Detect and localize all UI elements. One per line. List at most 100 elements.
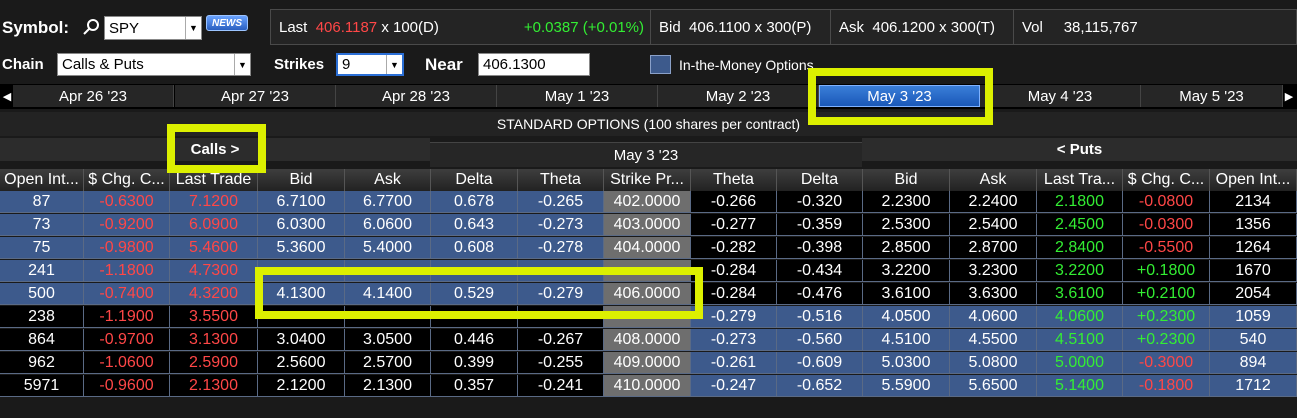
call-delta-cell[interactable]: 0.446 bbox=[431, 329, 518, 351]
put-last-trade-cell[interactable]: 5.0000 bbox=[1037, 352, 1123, 374]
put-delta-cell[interactable]: -0.609 bbox=[777, 352, 863, 374]
call-delta-cell[interactable]: 0.529 bbox=[431, 283, 518, 305]
table-row[interactable]: 241 -1.1800 4.7300 -0.284 -0.434 3.2200 3.2300… bbox=[0, 260, 1297, 283]
put-last-trade-cell[interactable]: 4.0600 bbox=[1037, 306, 1123, 328]
date-tab[interactable]: Apr 27 '23 bbox=[175, 85, 336, 107]
call-open-interest-cell[interactable]: 5971 bbox=[0, 375, 84, 397]
call-change-cell[interactable]: -0.9800 bbox=[84, 237, 170, 259]
put-last-trade-cell[interactable]: 4.5100 bbox=[1037, 329, 1123, 351]
date-tab[interactable]: May 3 '23 bbox=[819, 85, 980, 107]
put-ask-cell[interactable]: 3.2300 bbox=[950, 260, 1037, 282]
put-bid-cell[interactable]: 2.8500 bbox=[863, 237, 950, 259]
put-bid-cell[interactable]: 2.5300 bbox=[863, 214, 950, 236]
call-open-interest-cell[interactable]: 500 bbox=[0, 283, 84, 305]
call-bid-cell[interactable]: 5.3600 bbox=[258, 237, 345, 259]
call-last-trade-cell[interactable]: 6.0900 bbox=[170, 214, 258, 236]
call-change-cell[interactable]: -0.9700 bbox=[84, 329, 170, 351]
table-row[interactable]: 5971 -0.9600 2.1300 2.1200 2.1300 0.357 -0.241… bbox=[0, 375, 1297, 398]
put-theta-cell[interactable]: -0.279 bbox=[691, 306, 777, 328]
put-change-cell[interactable]: -0.0800 bbox=[1123, 191, 1210, 213]
put-delta-cell[interactable]: -0.359 bbox=[777, 214, 863, 236]
put-open-interest-cell[interactable]: 1356 bbox=[1210, 214, 1297, 236]
put-delta-cell[interactable]: -0.476 bbox=[777, 283, 863, 305]
call-theta-cell[interactable] bbox=[518, 260, 604, 282]
put-theta-cell[interactable]: -0.247 bbox=[691, 375, 777, 397]
strike-price-cell[interactable] bbox=[604, 306, 691, 328]
call-bid-cell[interactable]: 2.5600 bbox=[258, 352, 345, 374]
date-tab[interactable]: Apr 28 '23 bbox=[336, 85, 497, 107]
put-theta-cell[interactable]: -0.277 bbox=[691, 214, 777, 236]
symbol-input[interactable]: SPY ▼ bbox=[104, 16, 202, 40]
put-last-trade-cell[interactable]: 3.2200 bbox=[1037, 260, 1123, 282]
call-ask-cell[interactable]: 6.0600 bbox=[345, 214, 431, 236]
call-ask-cell[interactable]: 4.1400 bbox=[345, 283, 431, 305]
call-last-trade-cell[interactable]: 4.7300 bbox=[170, 260, 258, 282]
put-theta-cell[interactable]: -0.282 bbox=[691, 237, 777, 259]
call-bid-cell[interactable]: 3.0400 bbox=[258, 329, 345, 351]
strike-price-cell[interactable]: 409.0000 bbox=[604, 352, 691, 374]
call-theta-header[interactable]: Theta bbox=[518, 169, 604, 191]
put-bid-cell[interactable]: 5.0300 bbox=[863, 352, 950, 374]
call-last-trade-cell[interactable]: 3.1300 bbox=[170, 329, 258, 351]
table-row[interactable]: 962 -1.0600 2.5900 2.5600 2.5700 0.399 -0.255 4… bbox=[0, 352, 1297, 375]
put-delta-header[interactable]: Delta bbox=[777, 169, 863, 191]
call-change-cell[interactable]: -0.6300 bbox=[84, 191, 170, 213]
put-last-trade-cell[interactable]: 3.6100 bbox=[1037, 283, 1123, 305]
put-ask-cell[interactable]: 4.0600 bbox=[950, 306, 1037, 328]
put-change-cell[interactable]: +0.2300 bbox=[1123, 306, 1210, 328]
call-ask-header[interactable]: Ask bbox=[345, 169, 431, 191]
call-theta-cell[interactable]: -0.241 bbox=[518, 375, 604, 397]
strike-price-cell[interactable]: 404.0000 bbox=[604, 237, 691, 259]
call-last-trade-cell[interactable]: 7.1200 bbox=[170, 191, 258, 213]
table-row[interactable]: 500 -0.7400 4.3200 4.1300 4.1400 0.529 -0.279 4… bbox=[0, 283, 1297, 306]
put-delta-cell[interactable]: -0.320 bbox=[777, 191, 863, 213]
put-ask-cell[interactable]: 5.6500 bbox=[950, 375, 1037, 397]
search-icon[interactable] bbox=[82, 18, 100, 36]
call-ask-cell[interactable]: 2.5700 bbox=[345, 352, 431, 374]
put-ask-cell[interactable]: 2.2400 bbox=[950, 191, 1037, 213]
put-ask-cell[interactable]: 3.6300 bbox=[950, 283, 1037, 305]
put-bid-header[interactable]: Bid bbox=[863, 169, 950, 191]
put-ask-cell[interactable]: 4.5500 bbox=[950, 329, 1037, 351]
put-change-cell[interactable]: -0.5500 bbox=[1123, 237, 1210, 259]
call-delta-cell[interactable]: 0.643 bbox=[431, 214, 518, 236]
put-theta-cell[interactable]: -0.284 bbox=[691, 283, 777, 305]
call-ask-cell[interactable]: 5.4000 bbox=[345, 237, 431, 259]
put-open-interest-cell[interactable]: 1670 bbox=[1210, 260, 1297, 282]
call-last-trade-header[interactable]: Last Trade bbox=[170, 169, 258, 191]
call-open-interest-cell[interactable]: 73 bbox=[0, 214, 84, 236]
strike-price-cell[interactable]: 403.0000 bbox=[604, 214, 691, 236]
call-delta-cell[interactable] bbox=[431, 306, 518, 328]
call-last-trade-cell[interactable]: 4.3200 bbox=[170, 283, 258, 305]
date-tab[interactable]: May 4 '23 bbox=[980, 85, 1141, 107]
date-tab[interactable]: Apr 26 '23 bbox=[13, 85, 174, 107]
call-open-interest-cell[interactable]: 238 bbox=[0, 306, 84, 328]
table-row[interactable]: 87 -0.6300 7.1200 6.7100 6.7700 0.678 -0.265 40… bbox=[0, 191, 1297, 214]
call-change-cell[interactable]: -0.7400 bbox=[84, 283, 170, 305]
call-bid-cell[interactable] bbox=[258, 260, 345, 282]
call-open-interest-cell[interactable]: 241 bbox=[0, 260, 84, 282]
call-theta-cell[interactable]: -0.255 bbox=[518, 352, 604, 374]
call-last-trade-cell[interactable]: 2.5900 bbox=[170, 352, 258, 374]
put-theta-cell[interactable]: -0.284 bbox=[691, 260, 777, 282]
strike-price-cell[interactable]: 410.0000 bbox=[604, 375, 691, 397]
puts-button[interactable]: < Puts bbox=[862, 138, 1297, 161]
call-change-cell[interactable]: -1.0600 bbox=[84, 352, 170, 374]
strike-price-header[interactable]: Strike Pr... bbox=[604, 169, 691, 191]
put-delta-cell[interactable]: -0.652 bbox=[777, 375, 863, 397]
call-bid-cell[interactable]: 4.1300 bbox=[258, 283, 345, 305]
call-open-interest-cell[interactable]: 87 bbox=[0, 191, 84, 213]
table-row[interactable]: 75 -0.9800 5.4600 5.3600 5.4000 0.608 -0.278 40… bbox=[0, 237, 1297, 260]
put-open-interest-cell[interactable]: 540 bbox=[1210, 329, 1297, 351]
put-delta-cell[interactable]: -0.434 bbox=[777, 260, 863, 282]
call-last-trade-cell[interactable]: 3.5500 bbox=[170, 306, 258, 328]
strike-price-cell[interactable] bbox=[604, 260, 691, 282]
call-theta-cell[interactable]: -0.278 bbox=[518, 237, 604, 259]
chain-select[interactable]: Calls & Puts ▼ bbox=[57, 53, 251, 76]
strikes-select[interactable]: 9 ▼ bbox=[336, 53, 404, 76]
call-last-trade-cell[interactable]: 2.1300 bbox=[170, 375, 258, 397]
call-delta-cell[interactable]: 0.399 bbox=[431, 352, 518, 374]
strike-price-cell[interactable]: 406.0000 bbox=[604, 283, 691, 305]
call-delta-cell[interactable]: 0.357 bbox=[431, 375, 518, 397]
itm-checkbox[interactable] bbox=[650, 55, 671, 74]
